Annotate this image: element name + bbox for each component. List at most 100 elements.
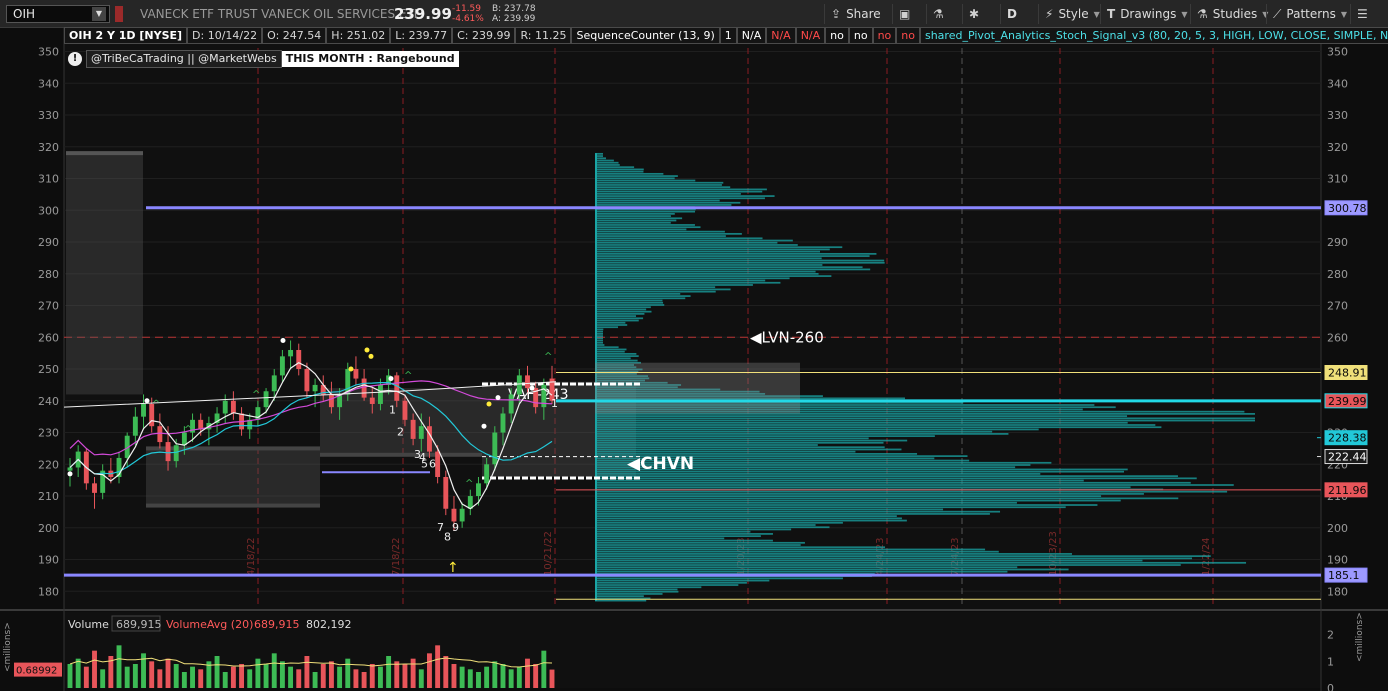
share-button[interactable]: ⇪ Share	[824, 4, 887, 24]
snapshot-button[interactable]: ▣	[892, 4, 916, 24]
volume-profile-bar	[595, 357, 631, 360]
candle-body	[222, 400, 228, 414]
volume-bar	[92, 650, 97, 688]
volume-label: Volume	[68, 618, 109, 631]
candle-body	[271, 375, 277, 392]
company-name: VANECK ETF TRUST VANECK OIL SERVICES ETF	[140, 7, 421, 21]
y-tick-label-left: 330	[38, 109, 59, 122]
candle-body	[443, 476, 449, 509]
volume-profile-bar	[595, 590, 679, 593]
chart-info-bar: OIH 2 Y 1D [NYSE] D: 10/14/22 O: 247.54 …	[64, 27, 1388, 44]
volume-profile-bar	[595, 517, 902, 520]
studies-icon: ⚗	[1197, 7, 1208, 21]
volume-bar	[67, 664, 73, 688]
volume-profile-bar	[595, 199, 720, 202]
chevron-down-icon: ▼	[1181, 9, 1188, 19]
volume-bar	[263, 664, 269, 688]
chevron-down-icon[interactable]: ▼	[92, 7, 106, 21]
percent-change: -4.61%	[452, 14, 484, 24]
volume-profile-bar	[595, 521, 843, 524]
buy-arrow-icon: ↑	[447, 560, 459, 576]
y-tick-label-left: 270	[38, 300, 59, 313]
study-value: N/A	[795, 27, 826, 44]
volume-profile-bar	[595, 541, 805, 544]
volume-profile-bar	[595, 228, 687, 231]
volume-profile-bar	[595, 446, 885, 449]
volume-left-tag-label: 0.68992	[16, 666, 57, 677]
volume-profile-bar	[595, 493, 1144, 495]
volume-profile-bar	[595, 217, 683, 220]
alert-icon[interactable]: !	[68, 52, 82, 66]
last-price: 239.99	[394, 5, 452, 23]
y-tick-label-right: 260	[1327, 331, 1348, 344]
chvn-label: ◀CHVN	[627, 454, 694, 474]
volume-bar	[190, 666, 195, 688]
volume-bar	[132, 664, 138, 688]
period-button[interactable]: D	[1000, 4, 1023, 24]
volume-profile-bar	[595, 350, 625, 353]
flask-button[interactable]: ⚗	[926, 4, 950, 24]
y-tick-label-right: 280	[1327, 268, 1348, 281]
volume-profile-bar	[595, 212, 675, 215]
candle-body	[165, 442, 171, 462]
studies-button[interactable]: ⚗ Studies ▼	[1190, 4, 1274, 24]
menu-button[interactable]: ☰	[1350, 4, 1374, 24]
volume-profile-bar	[595, 530, 751, 533]
volume-avg-label: VolumeAvg (20)	[166, 618, 253, 631]
volume-profile-bar	[595, 246, 843, 249]
chart-notes: ! @TriBeCaTrading || @MarketWebs THIS MO…	[68, 50, 459, 68]
sequence-label: 2	[397, 426, 404, 439]
study-sequence-counter[interactable]: SequenceCounter (13, 9)	[571, 27, 720, 44]
range-box	[66, 153, 143, 395]
volume-profile-bar	[595, 566, 1018, 569]
volume-profile-bar	[595, 292, 681, 295]
volume-profile-bar	[595, 555, 1211, 558]
range-box-bottom	[320, 452, 482, 457]
y-tick-label-left: 280	[38, 268, 59, 281]
volume-profile-bar	[595, 359, 638, 362]
study-value: no	[848, 27, 873, 44]
volume-profile-bar	[595, 201, 741, 204]
candle-body	[304, 369, 310, 392]
volume-bar	[165, 658, 171, 688]
price-chart[interactable]: 1801801901902002002102102202202302302402…	[0, 28, 1388, 691]
volume-profile-bar	[595, 252, 877, 255]
patterns-button[interactable]: ⟋ Patterns ▼	[1266, 4, 1353, 24]
sequence-label: 5	[421, 457, 428, 470]
volume-bar	[279, 661, 285, 688]
volume-bar	[288, 666, 294, 688]
volume-profile-bar	[595, 204, 732, 206]
study-pivot-analytics[interactable]: shared_Pivot_Analytics_Stoch_Signal_v3 (…	[919, 27, 1388, 44]
volume-profile-bar	[595, 546, 886, 549]
volume-profile-bar	[595, 561, 1247, 564]
candle-body	[484, 464, 490, 484]
volume-profile-bar	[595, 484, 1234, 486]
volume-profile-bar	[595, 510, 1001, 513]
volume-profile-bar	[595, 426, 1162, 429]
volume-profile-bar	[595, 550, 999, 553]
volume-profile-bar	[595, 415, 1128, 417]
signal-dot	[495, 395, 501, 401]
volume-profile-bar	[595, 528, 792, 531]
volume-bar	[214, 656, 220, 688]
volume-profile-bar	[595, 179, 696, 182]
volume-bar	[516, 666, 522, 688]
volume-profile-bar	[595, 297, 686, 300]
y-tick-label-left: 230	[38, 427, 59, 440]
y-tick-label-left: 340	[38, 77, 59, 90]
volume-profile-bar	[595, 221, 671, 224]
volume-profile-bar	[595, 237, 763, 240]
flag-icon[interactable]	[115, 6, 123, 22]
signal-dot	[364, 347, 370, 353]
settings-button[interactable]: ✱	[962, 4, 985, 24]
volume-profile-bar	[595, 353, 637, 355]
chart-toolbar: OIH ▼ VANECK ETF TRUST VANECK OIL SERVIC…	[0, 0, 1388, 28]
volume-profile-bar	[595, 595, 644, 598]
volume-profile-bar	[595, 255, 870, 257]
drawings-button[interactable]: T Drawings ▼	[1100, 4, 1194, 24]
style-button[interactable]: ⚡ Style ▼	[1038, 4, 1106, 24]
volume-profile-bar	[595, 226, 701, 229]
y-tick-label-left: 310	[38, 173, 59, 186]
volume-profile-bar	[595, 257, 822, 260]
volume-bar	[149, 661, 155, 688]
